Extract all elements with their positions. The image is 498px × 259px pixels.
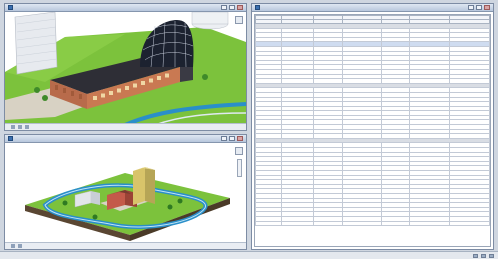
minimize-icon[interactable] xyxy=(221,136,227,141)
3d-site-viewport[interactable] xyxy=(5,143,246,242)
design-options-icon[interactable] xyxy=(481,253,486,258)
window-titlebar[interactable] xyxy=(252,4,493,12)
status-bar xyxy=(0,251,498,259)
maximize-icon[interactable] xyxy=(229,136,235,141)
view-cube-icon[interactable] xyxy=(235,16,243,24)
close-icon[interactable] xyxy=(237,136,243,141)
close-icon[interactable] xyxy=(484,5,490,10)
3d-view-window-top[interactable] xyxy=(4,3,247,131)
site-model-render xyxy=(25,167,230,241)
detail-level-icon[interactable] xyxy=(11,244,15,248)
schedule-cell[interactable] xyxy=(449,220,490,227)
window-titlebar[interactable] xyxy=(5,4,246,12)
schedule-cell[interactable] xyxy=(409,220,451,227)
status-controls xyxy=(473,253,494,258)
worksets-icon[interactable] xyxy=(473,253,478,258)
schedule-header xyxy=(255,15,490,24)
revit-app-icon xyxy=(255,5,260,10)
maximize-icon[interactable] xyxy=(476,5,482,10)
schedule-cell[interactable] xyxy=(280,220,315,227)
building-model-render xyxy=(5,11,246,127)
window-titlebar[interactable] xyxy=(5,135,246,143)
schedule-window[interactable] xyxy=(251,3,494,250)
ghost-tower-left xyxy=(14,11,58,75)
desktop xyxy=(0,0,498,259)
view-control-bar xyxy=(5,242,246,249)
maximize-icon[interactable] xyxy=(229,5,235,10)
visual-style-icon[interactable] xyxy=(18,244,22,248)
close-icon[interactable] xyxy=(237,5,243,10)
view-control-bar xyxy=(5,123,246,130)
schedule-cell[interactable] xyxy=(341,220,383,227)
filter-icon[interactable] xyxy=(489,253,494,258)
table-row[interactable] xyxy=(255,220,490,227)
revit-app-icon xyxy=(8,5,13,10)
minimize-icon[interactable] xyxy=(221,5,227,10)
3d-model-viewport[interactable] xyxy=(5,11,246,127)
schedule-sheet[interactable] xyxy=(254,14,491,247)
minimize-icon[interactable] xyxy=(468,5,474,10)
schedule-cell[interactable] xyxy=(381,220,411,227)
sun-path-icon[interactable] xyxy=(25,125,29,129)
schedule-cell[interactable] xyxy=(255,220,282,227)
ghost-tower-front xyxy=(133,167,145,205)
visual-style-icon[interactable] xyxy=(18,125,22,129)
navigation-bar-icon[interactable] xyxy=(237,159,242,177)
schedule-table[interactable] xyxy=(255,15,490,227)
3d-view-window-bottom[interactable] xyxy=(4,134,247,250)
revit-app-icon xyxy=(8,136,13,141)
view-cube-icon[interactable] xyxy=(235,147,243,155)
schedule-body xyxy=(255,23,490,227)
detail-level-icon[interactable] xyxy=(11,125,15,129)
schedule-cell[interactable] xyxy=(313,220,343,227)
